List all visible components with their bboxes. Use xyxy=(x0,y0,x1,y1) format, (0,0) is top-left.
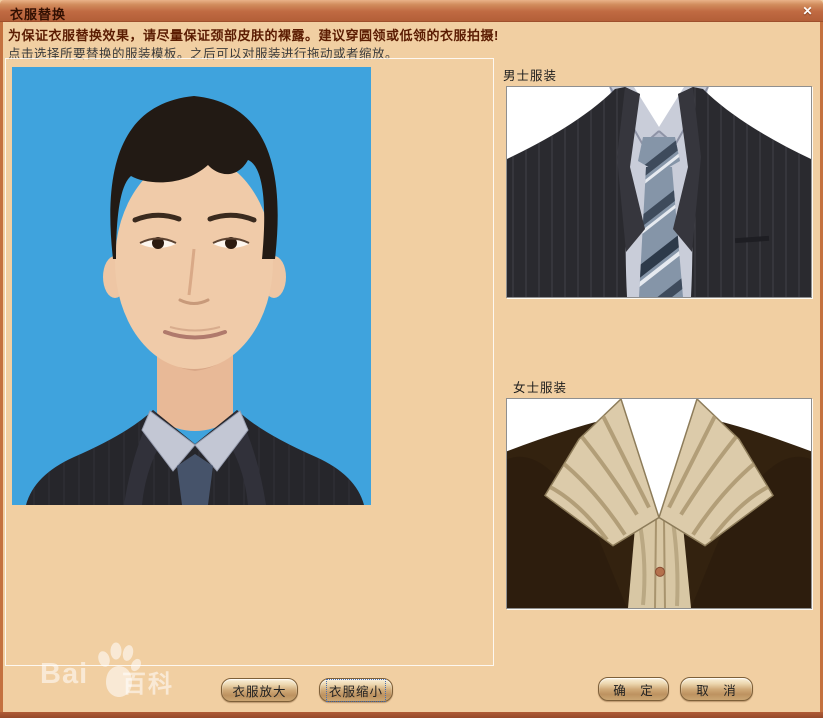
shrink-clothes-button[interactable]: 衣服缩小 xyxy=(319,678,393,702)
cancel-button[interactable]: 取 消 xyxy=(680,677,753,701)
ok-button[interactable]: 确 定 xyxy=(598,677,669,701)
title-bar: 衣服替换 ✕ xyxy=(0,0,823,22)
window-border-bottom xyxy=(0,712,823,718)
clothes-replace-dialog: 衣服替换 ✕ 为保证衣服替换效果，请尽量保证颈部皮肤的裸露。建议穿圆领或低领的衣… xyxy=(0,0,823,718)
men-clothing-label: 男士服装 xyxy=(503,65,557,84)
cancel-label: 取 消 xyxy=(694,679,739,700)
enlarge-clothes-button[interactable]: 衣服放大 xyxy=(221,678,298,702)
portrait-graphic xyxy=(12,67,371,505)
women-clothing-template[interactable] xyxy=(506,398,812,609)
window-border-left xyxy=(0,22,3,712)
men-suit-graphic xyxy=(507,87,811,297)
men-clothing-template[interactable] xyxy=(506,86,812,298)
women-clothing-label: 女士服装 xyxy=(513,377,567,396)
enlarge-clothes-label: 衣服放大 xyxy=(230,680,288,701)
watermark-cjk-text: 百科 xyxy=(122,664,174,699)
shrink-clothes-label: 衣服缩小 xyxy=(327,680,385,701)
warning-text: 为保证衣服替换效果，请尽量保证颈部皮肤的裸露。建议穿圆领或低领的衣服拍摄! xyxy=(8,25,798,44)
dialog-title: 衣服替换 xyxy=(10,4,66,23)
women-jacket-graphic xyxy=(507,399,811,608)
portrait-photo[interactable] xyxy=(12,67,371,505)
ok-label: 确 定 xyxy=(611,679,656,700)
close-icon[interactable]: ✕ xyxy=(799,4,816,19)
